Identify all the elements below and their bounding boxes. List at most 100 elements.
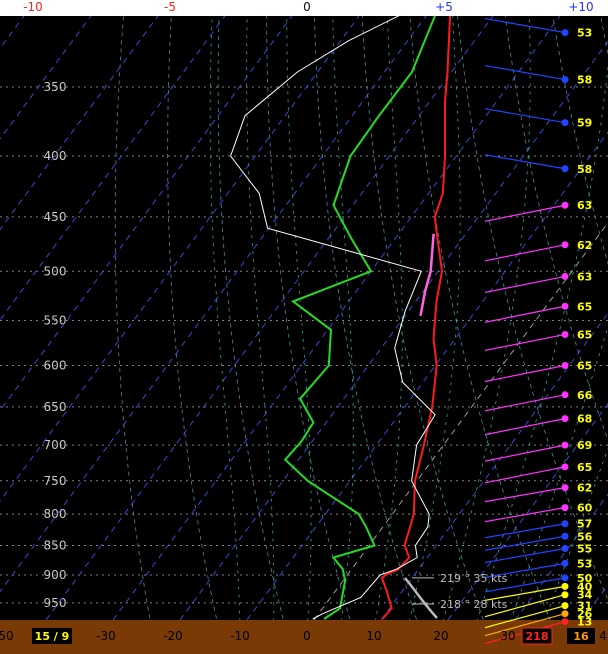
top-axis-label-2: 0	[303, 0, 311, 14]
pressure-label-350: 350	[44, 80, 67, 94]
wind-dot-10	[561, 391, 569, 399]
x-tick-label-2: -20	[163, 629, 183, 643]
virtual_temp-profile	[419, 233, 435, 317]
surface-wind-trace	[404, 577, 438, 619]
wind-barb-8	[484, 333, 566, 352]
wind-speed-19: 53	[577, 557, 592, 570]
dewpoint-profile	[283, 16, 436, 620]
dry-adiabat-310	[409, 16, 551, 620]
wind-barb-14	[484, 487, 566, 503]
top-axis-label-1: -5	[164, 0, 176, 14]
wind-speed-7: 65	[577, 300, 592, 313]
wind-barb-1	[484, 64, 566, 81]
info-box-left-text: 15 / 9	[35, 630, 70, 643]
wind-barb-17	[484, 535, 566, 551]
wind-dot-8	[561, 330, 569, 338]
pressure-label-800: 800	[44, 507, 67, 521]
x-tick-label-8: 4	[599, 629, 607, 643]
x-tick-label-3: -10	[230, 629, 250, 643]
wind-speed-9: 65	[577, 360, 592, 373]
wind-dot-20	[561, 574, 569, 582]
wind-barb-10	[484, 394, 566, 412]
pressure-label-400: 400	[44, 149, 67, 163]
moist-adiabat-15	[409, 16, 461, 620]
dry-adiabat-280	[266, 16, 351, 620]
wind-dot-23	[561, 602, 569, 610]
wind-dot-24	[561, 610, 569, 618]
isotherm--20	[179, 40, 608, 620]
wind-dot-3	[561, 165, 569, 173]
dry-adiabat-250	[114, 16, 151, 620]
annotation-text-1: 218 ° 28 kts	[440, 598, 508, 611]
chart-canvas: 3504004505005506006507007508008509009505…	[0, 0, 608, 645]
wind-dot-6	[561, 272, 569, 280]
wind-speed-15: 60	[577, 502, 593, 515]
wind-speed-1: 58	[577, 74, 592, 87]
wind-speed-8: 65	[577, 328, 592, 341]
wind-barb-15	[484, 507, 566, 523]
pressure-label-650: 650	[44, 400, 67, 414]
wind-dot-16	[561, 520, 569, 528]
wind-barb-16	[484, 523, 566, 539]
pressure-label-600: 600	[44, 359, 67, 373]
wind-dot-14	[561, 484, 569, 492]
wind-barb-18	[484, 547, 566, 564]
pressure-label-700: 700	[44, 438, 67, 452]
wind-speed-10: 66	[577, 389, 593, 402]
isotherm--30	[112, 16, 561, 620]
wind-barb-11	[484, 418, 566, 436]
wind-speed-25: 13	[577, 616, 592, 629]
wind-speed-13: 65	[577, 461, 592, 474]
pressure-label-750: 750	[44, 474, 67, 488]
wind-dot-19	[561, 559, 569, 567]
x-tick-label-0: 50	[0, 629, 14, 643]
wind-speed-0: 53	[577, 27, 592, 40]
wind-speed-16: 57	[577, 518, 592, 531]
top-axis-label-3: +5	[435, 0, 453, 14]
wind-dot-0	[561, 29, 569, 37]
wind-speed-17: 56	[577, 530, 593, 543]
wind-dot-21	[561, 582, 569, 590]
isotherm-30	[514, 493, 608, 620]
wind-dot-18	[561, 544, 569, 552]
wind-dot-25	[561, 618, 569, 626]
wind-dot-11	[561, 415, 569, 423]
moist-adiabat--10	[209, 16, 241, 620]
isotherm-0	[313, 221, 608, 620]
wind-barb-5	[484, 244, 566, 262]
wind-barb-9	[484, 364, 566, 383]
wind-dot-12	[561, 441, 569, 449]
moist-adiabat-30	[510, 325, 608, 620]
skew-t-chart: 350 400 450 500 550 600 650 700 750 800 850 900 950 5…	[0, 0, 608, 654]
x-tick-label-6: 20	[433, 629, 448, 643]
wind-barb-12	[484, 444, 566, 462]
wind-speed-18: 55	[577, 542, 592, 555]
wind-barb-7	[484, 305, 566, 323]
wind-barb-4	[484, 204, 566, 222]
wind-dot-1	[561, 76, 569, 84]
wind-dot-7	[561, 302, 569, 310]
wind-speed-11: 68	[577, 413, 592, 426]
wind-barb-6	[484, 275, 566, 294]
isotherm--10	[246, 131, 608, 620]
top-axis-label-4: +10	[568, 0, 593, 14]
wind-dot-22	[561, 591, 569, 599]
dry-adiabat-260	[167, 16, 218, 620]
x-tick-label-7: 30	[500, 629, 515, 643]
x-tick-label-1: -30	[96, 629, 116, 643]
top-axis-label-0: -10	[23, 0, 43, 14]
dry-adiabat-300	[361, 16, 484, 620]
wind-speed-14: 62	[577, 482, 592, 495]
wind-speed-2: 59	[577, 117, 592, 130]
moist-adiabat-0	[286, 16, 312, 620]
pressure-label-900: 900	[44, 568, 67, 582]
pressure-label-850: 850	[44, 538, 67, 552]
dry-adiabat-290	[314, 16, 418, 620]
isotherm--110	[0, 16, 25, 50]
wind-speed-5: 62	[577, 239, 592, 252]
wind-dot-17	[561, 532, 569, 540]
wind-barb-3	[484, 154, 566, 170]
wind-speed-4: 63	[577, 199, 592, 212]
wind-dot-9	[561, 362, 569, 369]
dry-adiabat-350	[600, 16, 608, 56]
